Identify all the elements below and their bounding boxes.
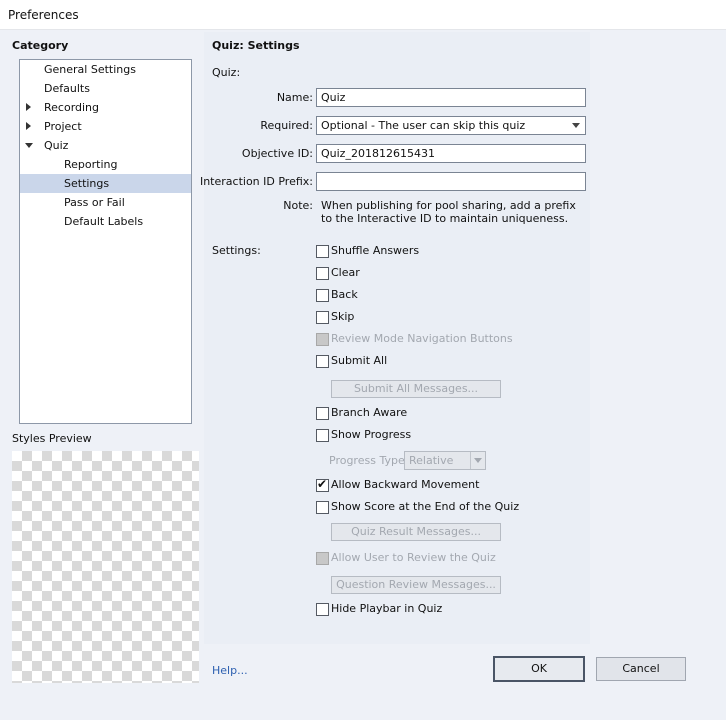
check-icon: ✔: [317, 477, 328, 491]
submit-all-label: Submit All: [331, 354, 388, 367]
submit-all-checkbox[interactable]: [316, 355, 329, 368]
title-bar: Preferences: [0, 0, 726, 30]
styles-preview: [12, 451, 199, 683]
tree-item-reporting[interactable]: Reporting: [20, 155, 191, 174]
note-label: Note:: [283, 199, 313, 212]
window-title: Preferences: [8, 8, 79, 22]
quiz-result-messages-button[interactable]: Quiz Result Messages...: [331, 523, 501, 541]
chevron-down-icon: [572, 123, 580, 128]
note-line-1: When publishing for pool sharing, add a …: [321, 199, 576, 212]
tree-item-label: Quiz: [44, 139, 69, 152]
tree-item-pass-or-fail[interactable]: Pass or Fail: [20, 193, 191, 212]
panel-heading: Quiz: Settings: [212, 39, 300, 52]
cancel-button[interactable]: Cancel: [596, 657, 686, 681]
tree-item-label: Default Labels: [64, 215, 144, 228]
tree-item-label: Pass or Fail: [64, 196, 125, 209]
chevron-down-icon[interactable]: [25, 143, 33, 148]
allow-user-review-checkbox[interactable]: [316, 552, 329, 565]
tree-item-label: Reporting: [64, 158, 118, 171]
objective-id-label: Objective ID:: [241, 147, 313, 160]
back-label: Back: [331, 288, 358, 301]
clear-checkbox[interactable]: [316, 267, 329, 280]
select-divider: [470, 452, 471, 469]
styles-preview-label: Styles Preview: [12, 432, 92, 445]
shuffle-answers-checkbox[interactable]: [316, 245, 329, 258]
ok-button[interactable]: OK: [493, 656, 585, 682]
tree-item-label: Settings: [64, 177, 110, 190]
skip-label: Skip: [331, 310, 355, 323]
tree-item-label: Defaults: [44, 82, 90, 95]
review-mode-navigation-checkbox[interactable]: [316, 333, 329, 346]
interaction-id-prefix-label: Interaction ID Prefix:: [199, 175, 313, 188]
tree-item-settings[interactable]: Settings: [20, 174, 191, 193]
progress-type-select[interactable]: Relative: [404, 451, 486, 470]
name-input[interactable]: Quiz: [316, 88, 586, 107]
review-mode-navigation-label: Review Mode Navigation Buttons: [331, 332, 513, 345]
name-label: Name:: [276, 91, 313, 104]
tree-item-label: Recording: [44, 101, 100, 114]
settings-label: Settings:: [212, 244, 261, 257]
back-checkbox[interactable]: [316, 289, 329, 302]
show-score-label: Show Score at the End of the Quiz: [331, 500, 520, 513]
allow-user-review-label: Allow User to Review the Quiz: [331, 551, 496, 564]
branch-aware-label: Branch Aware: [331, 406, 408, 419]
submit-all-messages-button[interactable]: Submit All Messages...: [331, 380, 501, 398]
show-progress-checkbox[interactable]: [316, 429, 329, 442]
chevron-down-icon: [474, 458, 482, 463]
question-review-messages-button[interactable]: Question Review Messages...: [331, 576, 501, 594]
required-select-value: Optional - The user can skip this quiz: [321, 119, 526, 132]
allow-backward-movement-label: Allow Backward Movement: [331, 478, 480, 491]
progress-type-label: Progress Type:: [329, 454, 409, 467]
tree-item-general-settings[interactable]: General Settings: [20, 60, 191, 79]
help-link[interactable]: Help...: [212, 664, 248, 677]
tree-item-recording[interactable]: Recording: [20, 98, 191, 117]
category-tree[interactable]: General Settings Defaults Recording Project…: [19, 59, 192, 424]
note-line-2: to the Interactive ID to maintain unique…: [321, 212, 569, 225]
hide-playbar-checkbox[interactable]: [316, 603, 329, 616]
show-progress-label: Show Progress: [331, 428, 412, 441]
shuffle-answers-label: Shuffle Answers: [331, 244, 420, 257]
progress-type-value: Relative: [409, 454, 454, 467]
interaction-id-prefix-input[interactable]: [316, 172, 586, 191]
tree-item-label: General Settings: [44, 63, 136, 76]
tree-item-quiz[interactable]: Quiz: [20, 136, 191, 155]
required-select[interactable]: Optional - The user can skip this quiz: [316, 116, 586, 135]
hide-playbar-label: Hide Playbar in Quiz: [331, 602, 443, 615]
skip-checkbox[interactable]: [316, 311, 329, 324]
tree-item-defaults[interactable]: Defaults: [20, 79, 191, 98]
tree-item-default-labels[interactable]: Default Labels: [20, 212, 191, 231]
tree-item-project[interactable]: Project: [20, 117, 191, 136]
required-label: Required:: [260, 119, 313, 132]
chevron-right-icon[interactable]: [26, 103, 31, 111]
tree-item-label: Project: [44, 120, 82, 133]
chevron-right-icon[interactable]: [26, 122, 31, 130]
objective-id-input[interactable]: Quiz_201812615431: [316, 144, 586, 163]
quiz-section-label: Quiz:: [212, 66, 241, 79]
branch-aware-checkbox[interactable]: [316, 407, 329, 420]
allow-backward-movement-checkbox[interactable]: ✔: [316, 477, 329, 492]
show-score-checkbox[interactable]: [316, 501, 329, 514]
clear-label: Clear: [331, 266, 360, 279]
category-heading: Category: [12, 39, 69, 52]
